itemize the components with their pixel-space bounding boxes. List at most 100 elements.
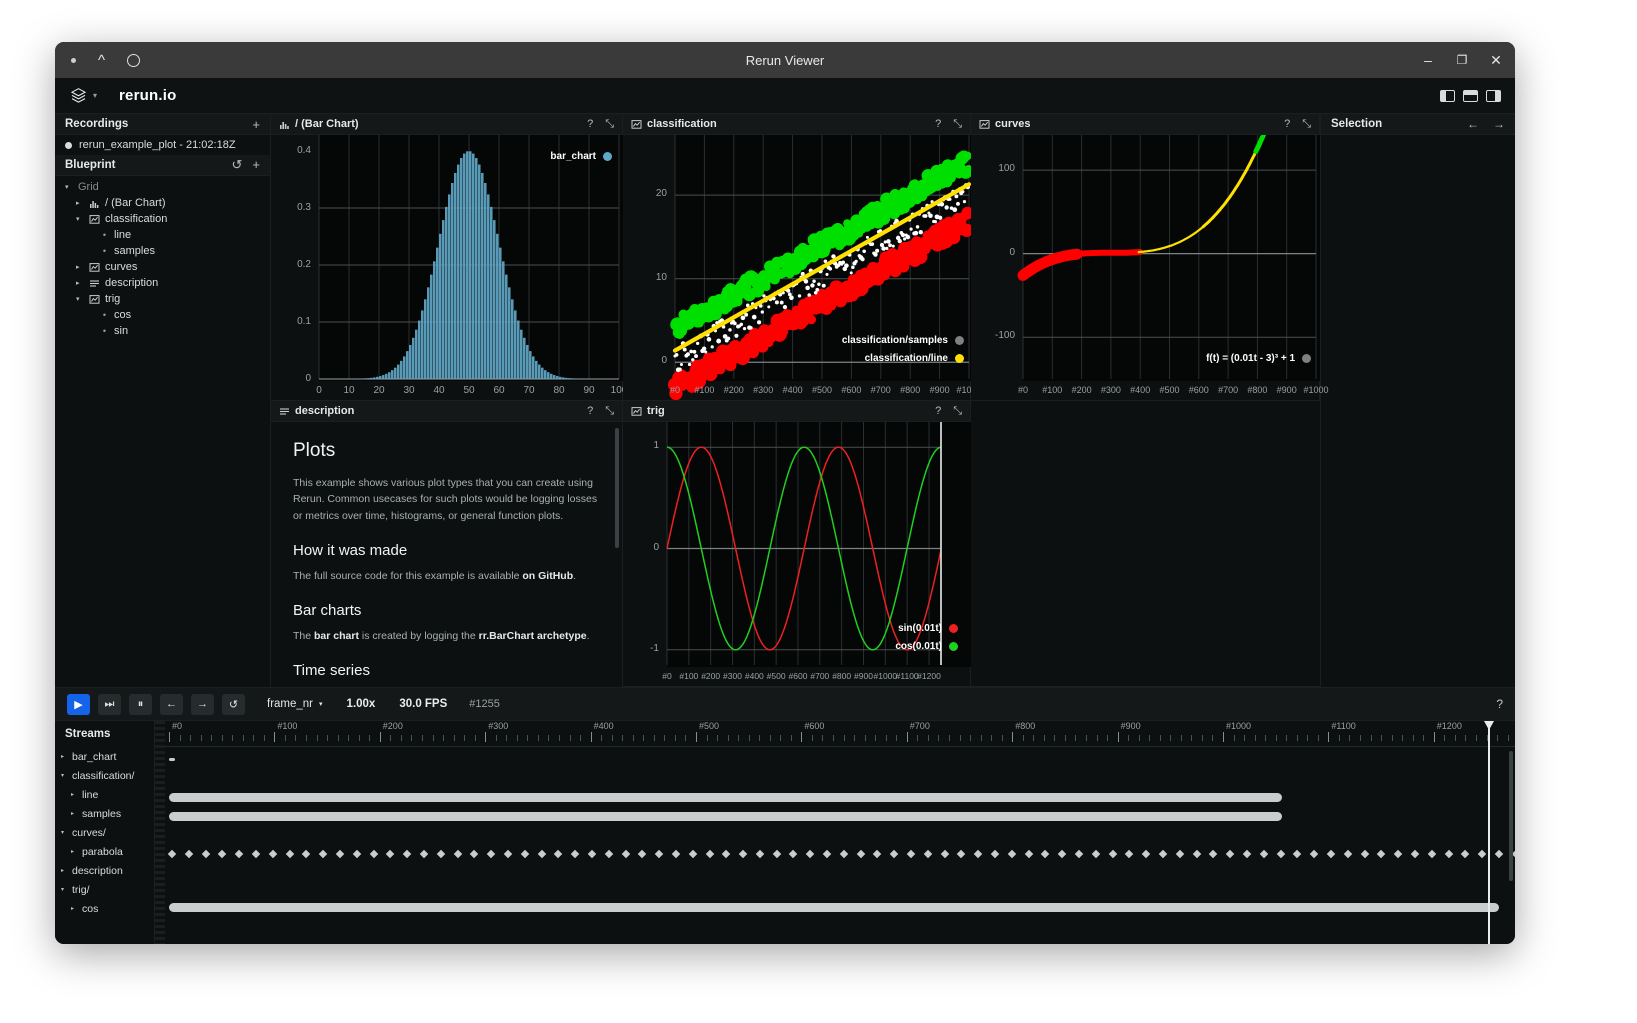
timeline-data-bar[interactable] bbox=[169, 812, 1282, 821]
toggle-right-panel-icon[interactable] bbox=[1486, 89, 1501, 102]
playback-speed[interactable]: 1.00x bbox=[347, 698, 376, 710]
selection-next-button[interactable]: → bbox=[1493, 117, 1505, 131]
blueprint-item-cos[interactable]: ▸•cos bbox=[55, 307, 270, 323]
disclosure-triangle-icon[interactable]: ▸ bbox=[61, 753, 68, 760]
disclosure-triangle-icon[interactable]: ▸ bbox=[71, 791, 78, 798]
expand-button[interactable]: ⤡ bbox=[953, 118, 962, 131]
help-button[interactable]: ? bbox=[587, 118, 593, 131]
playback-fps[interactable]: 30.0 FPS bbox=[399, 698, 447, 710]
circle-icon[interactable] bbox=[127, 53, 141, 67]
play-button[interactable]: ▶ bbox=[67, 693, 90, 715]
blueprint-item-grid[interactable]: ▾ Grid bbox=[55, 179, 270, 195]
stream-item-cos[interactable]: ▸ cos bbox=[55, 899, 154, 918]
timeline-lane[interactable] bbox=[155, 751, 1515, 769]
disclosure-triangle-icon[interactable]: ▾ bbox=[61, 886, 68, 893]
expand-button[interactable]: ⤡ bbox=[1302, 118, 1311, 131]
blueprint-item-samples[interactable]: ▸•samples bbox=[55, 243, 270, 259]
expand-button[interactable]: ⤡ bbox=[605, 118, 614, 131]
bar-chart-plot[interactable]: 0.4 0.3 0.2 0.1 0 0 10 20 30 40 50 60 70 80 90 100 bar_c… bbox=[271, 135, 627, 400]
pause-button[interactable]: ⏸ bbox=[129, 693, 152, 715]
reset-blueprint-button[interactable]: ↺ bbox=[232, 157, 243, 173]
blueprint-item-bar-chart[interactable]: ▸ / (Bar Chart) bbox=[55, 195, 270, 211]
add-recording-button[interactable]: + bbox=[252, 117, 260, 132]
github-link[interactable]: on GitHub bbox=[522, 570, 573, 582]
timeline-lane[interactable] bbox=[155, 808, 1515, 826]
disclosure-triangle-icon[interactable]: ▸ bbox=[71, 848, 78, 855]
step-back-button[interactable]: ← bbox=[160, 693, 183, 715]
help-button[interactable]: ? bbox=[587, 405, 593, 418]
curves-legend-item[interactable]: f(t) = (0.01t - 3)³ + 1 bbox=[1206, 353, 1311, 364]
step-button[interactable]: ⏭ bbox=[98, 693, 121, 715]
toggle-bottom-panel-icon[interactable] bbox=[1463, 89, 1478, 102]
bar-chart-legend[interactable]: bar_chart bbox=[550, 151, 612, 162]
disclosure-triangle-icon[interactable]: ▸ bbox=[76, 279, 84, 287]
help-button[interactable]: ? bbox=[1284, 118, 1290, 131]
disclosure-triangle-icon[interactable]: ▾ bbox=[61, 829, 68, 836]
timeline-diamond-markers[interactable] bbox=[167, 849, 1515, 859]
blueprint-item-trig[interactable]: ▾ trig bbox=[55, 291, 270, 307]
timeline-lane[interactable] bbox=[155, 770, 1515, 788]
toggle-left-panel-icon[interactable] bbox=[1440, 89, 1455, 102]
timeline-playhead[interactable] bbox=[1484, 721, 1494, 944]
blueprint-item-curves[interactable]: ▸ curves bbox=[55, 259, 270, 275]
expand-button[interactable]: ⤡ bbox=[605, 405, 614, 418]
recording-item[interactable]: rerun_example_plot - 21:02:18Z bbox=[55, 135, 270, 155]
maximize-button[interactable]: ❐ bbox=[1455, 54, 1469, 66]
close-button[interactable]: ✕ bbox=[1489, 53, 1503, 67]
disclosure-triangle-icon[interactable]: ▸ bbox=[61, 867, 68, 874]
disclosure-triangle-icon[interactable]: ▾ bbox=[76, 295, 84, 303]
stream-item-description[interactable]: ▸ description bbox=[55, 861, 154, 880]
chevron-up-icon[interactable]: ^ bbox=[98, 53, 105, 68]
stream-item-curves[interactable]: ▾ curves/ bbox=[55, 823, 154, 842]
stream-item-line[interactable]: ▸ line bbox=[55, 785, 154, 804]
timeline-data-bar[interactable] bbox=[169, 793, 1282, 802]
expand-button[interactable]: ⤡ bbox=[953, 405, 962, 418]
stream-item-parabola[interactable]: ▸ parabola bbox=[55, 842, 154, 861]
blueprint-item-line[interactable]: ▸•line bbox=[55, 227, 270, 243]
disclosure-triangle-icon[interactable]: ▾ bbox=[61, 772, 68, 779]
description-scrollbar[interactable] bbox=[615, 428, 619, 548]
timeline-lane[interactable] bbox=[155, 845, 1515, 863]
curves-plot[interactable]: 100 0 -100 #0 #100 #200 #300 #400 #500 #600 #700 #8… bbox=[971, 42, 1329, 400]
description-content[interactable]: Plots This example shows various plot ty… bbox=[271, 422, 622, 687]
blueprint-item-classification[interactable]: ▾ classification bbox=[55, 211, 270, 227]
classification-legend-item[interactable]: classification/line bbox=[865, 353, 964, 364]
disclosure-triangle-icon[interactable]: ▸ bbox=[76, 263, 84, 271]
chevron-down-icon[interactable]: ▾ bbox=[93, 91, 97, 100]
disclosure-triangle-icon[interactable]: ▸ bbox=[71, 810, 78, 817]
timeline-data-bar[interactable] bbox=[169, 903, 1499, 912]
classification-legend-item[interactable]: classification/samples bbox=[842, 335, 964, 346]
timeline-data-tick[interactable] bbox=[169, 758, 175, 761]
stream-item-samples[interactable]: ▸ samples bbox=[55, 804, 154, 823]
blueprint-item-description[interactable]: ▸ description bbox=[55, 275, 270, 291]
disclosure-triangle-icon[interactable]: ▾ bbox=[65, 183, 73, 191]
timeline-lane[interactable] bbox=[155, 827, 1515, 845]
rerun-logo[interactable]: ▾ bbox=[69, 87, 97, 104]
trig-plot[interactable]: 1 0 -1 #0 #100 #200 #300 #400 #500 #600 #700 #800 #9… bbox=[623, 422, 971, 686]
timeline-selector[interactable]: frame_nr ▾ bbox=[267, 698, 323, 710]
timeline-vertical-scrollbar[interactable] bbox=[1509, 751, 1513, 881]
blueprint-item-sin[interactable]: ▸•sin bbox=[55, 323, 270, 339]
stream-item-bar-chart[interactable]: ▸ bar_chart bbox=[55, 747, 154, 766]
minimize-button[interactable]: – bbox=[1421, 53, 1435, 67]
timeline-lane[interactable] bbox=[155, 789, 1515, 807]
step-forward-button[interactable]: → bbox=[191, 693, 214, 715]
disclosure-triangle-icon[interactable]: ▾ bbox=[76, 215, 84, 223]
add-blueprint-button[interactable]: + bbox=[252, 157, 260, 173]
disclosure-triangle-icon[interactable]: ▸ bbox=[76, 199, 84, 207]
help-button[interactable]: ? bbox=[935, 118, 941, 131]
timeline-ruler[interactable]: #0 #100 #200 #300 #400 #500 #600 #700 #800 #900 #1… bbox=[155, 721, 1515, 747]
timeline-panel[interactable]: #0 #100 #200 #300 #400 #500 #600 #700 #800 #900 #1… bbox=[155, 721, 1515, 944]
trig-legend-item[interactable]: cos(0.01t) bbox=[895, 641, 958, 652]
help-button[interactable]: ? bbox=[935, 405, 941, 418]
timeline-lane[interactable] bbox=[155, 864, 1515, 882]
selection-prev-button[interactable]: ← bbox=[1467, 117, 1479, 131]
loop-button[interactable]: ↺ bbox=[222, 693, 245, 715]
disclosure-triangle-icon[interactable]: ▸ bbox=[71, 905, 78, 912]
stream-item-classification[interactable]: ▾ classification/ bbox=[55, 766, 154, 785]
classification-plot[interactable]: 20 10 0 #0 #100 #200 #300 #400 #500 #600 #700 #800 #… bbox=[623, 135, 982, 401]
help-button[interactable]: ? bbox=[1496, 697, 1503, 711]
trig-legend-item[interactable]: sin(0.01t) bbox=[898, 623, 958, 634]
stream-item-trig[interactable]: ▾ trig/ bbox=[55, 880, 154, 899]
timeline-lane[interactable] bbox=[155, 899, 1515, 917]
